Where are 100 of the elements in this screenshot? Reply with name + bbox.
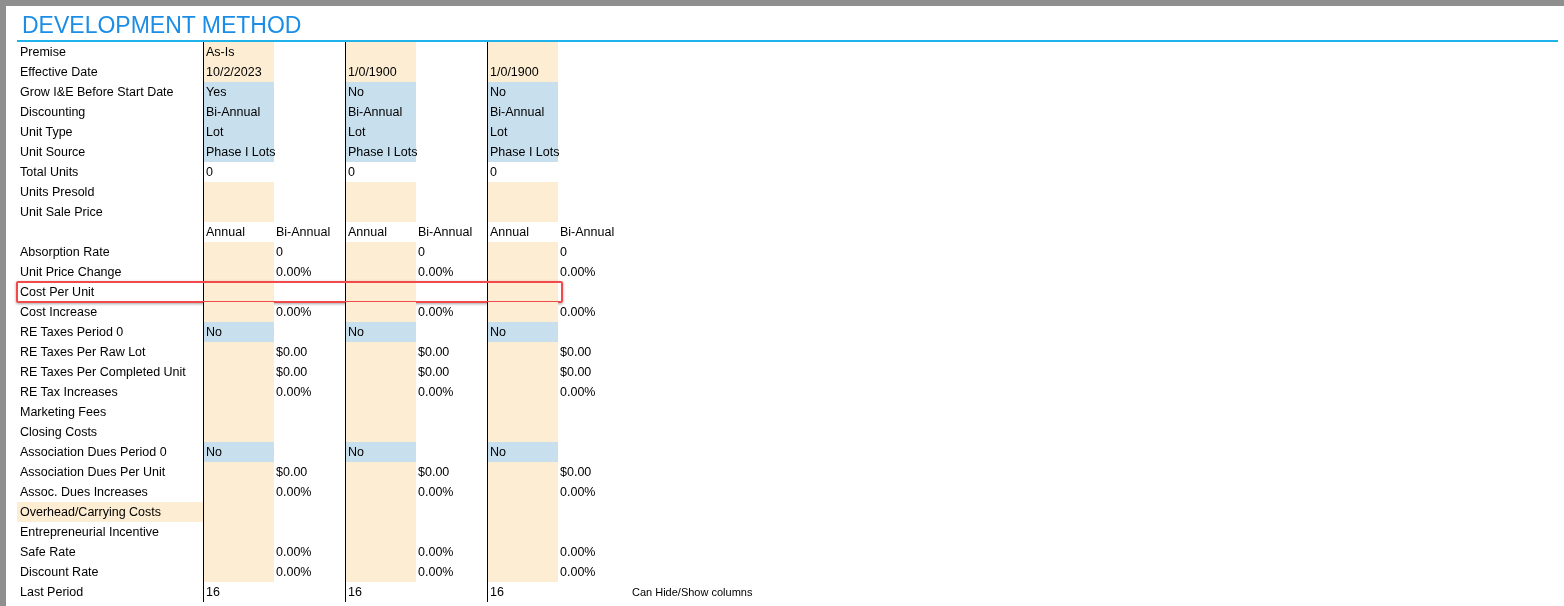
row-label: Marketing Fees — [19, 404, 108, 421]
row-label: Cost Increase — [19, 304, 99, 321]
cell-value: Bi-Annual — [559, 224, 616, 241]
input-cell[interactable]: No — [346, 442, 416, 462]
input-cell[interactable]: Lot — [488, 122, 558, 142]
cell-value: 0 — [205, 164, 214, 181]
row-label: Unit Source — [19, 144, 87, 161]
input-cell[interactable]: No — [488, 322, 558, 342]
row-label: RE Taxes Period 0 — [19, 324, 125, 341]
input-cell[interactable] — [488, 422, 558, 442]
cell-value: 0.00% — [417, 384, 455, 401]
input-cell[interactable] — [488, 462, 558, 482]
cell-value: $0.00 — [417, 464, 451, 481]
cell-value: Bi-Annual — [275, 224, 332, 241]
input-cell[interactable] — [346, 202, 416, 222]
input-cell[interactable] — [488, 202, 558, 222]
input-cell[interactable] — [488, 302, 558, 322]
cell-value: 0 — [275, 244, 284, 261]
input-cell[interactable]: Phase I Lots — [346, 142, 416, 162]
input-cell[interactable]: Lot — [346, 122, 416, 142]
input-cell[interactable] — [204, 282, 274, 302]
input-cell[interactable] — [204, 422, 274, 442]
input-cell[interactable] — [346, 262, 416, 282]
cell-value: 0.00% — [417, 484, 455, 501]
row-label: Association Dues Period 0 — [19, 444, 168, 461]
input-cell[interactable] — [204, 462, 274, 482]
input-cell[interactable]: Phase I Lots — [204, 142, 274, 162]
input-cell[interactable] — [346, 302, 416, 322]
input-cell[interactable] — [346, 562, 416, 582]
cell-value: 16 — [489, 584, 505, 601]
input-cell[interactable] — [488, 262, 558, 282]
cell-value: $0.00 — [275, 464, 309, 481]
cell-value: 0.00% — [417, 564, 455, 581]
row-label: Total Units — [19, 164, 80, 181]
input-cell[interactable] — [204, 562, 274, 582]
cell-value: 16 — [347, 584, 363, 601]
input-cell[interactable] — [204, 182, 274, 202]
row-label: Overhead/Carrying Costs — [17, 502, 203, 522]
cell-value: Annual — [347, 224, 388, 241]
input-cell[interactable]: Yes — [204, 82, 274, 102]
input-cell[interactable] — [346, 242, 416, 262]
cell-value: 0.00% — [417, 304, 455, 321]
cell-value: 0.00% — [275, 544, 313, 561]
row-label: RE Tax Increases — [19, 384, 119, 401]
input-cell[interactable]: No — [346, 322, 416, 342]
cell-value: $0.00 — [559, 344, 593, 361]
input-cell[interactable] — [346, 422, 416, 442]
input-cell[interactable]: 1/0/1900 — [346, 62, 416, 82]
input-cell[interactable] — [204, 262, 274, 282]
input-cell[interactable] — [204, 302, 274, 322]
input-cell[interactable]: Bi-Annual — [346, 102, 416, 122]
input-cell[interactable]: No — [204, 442, 274, 462]
input-cell[interactable]: Bi-Annual — [204, 102, 274, 122]
input-cell[interactable] — [346, 42, 416, 62]
cell-value: 0.00% — [275, 484, 313, 501]
input-cell[interactable] — [488, 42, 558, 62]
row-label: Cost Per Unit — [19, 284, 96, 301]
row-label: Association Dues Per Unit — [19, 464, 167, 481]
row-label: Unit Sale Price — [19, 204, 104, 221]
row-label: Last Period — [19, 584, 85, 601]
input-cell[interactable] — [488, 562, 558, 582]
input-cell[interactable] — [204, 202, 274, 222]
row-label: Unit Type — [19, 124, 74, 141]
input-cell[interactable] — [346, 342, 416, 362]
cell-value: 0.00% — [417, 544, 455, 561]
cell-value: $0.00 — [559, 464, 593, 481]
cell-value: 0.00% — [559, 264, 597, 281]
input-cell[interactable]: Bi-Annual — [488, 102, 558, 122]
row-label: Unit Price Change — [19, 264, 123, 281]
input-cell[interactable] — [488, 282, 558, 302]
input-cell[interactable] — [488, 242, 558, 262]
cell-value: 0 — [489, 164, 498, 181]
input-cell[interactable] — [346, 282, 416, 302]
input-cell[interactable] — [346, 462, 416, 482]
input-cell[interactable]: As-Is — [204, 42, 274, 62]
input-cell[interactable]: 1/0/1900 — [488, 62, 558, 82]
cell-value: 0.00% — [559, 544, 597, 561]
row-label: Assoc. Dues Increases — [19, 484, 149, 501]
cell-value: $0.00 — [417, 344, 451, 361]
note-text: Can Hide/Show columns — [632, 586, 753, 598]
input-cell[interactable]: 10/2/2023 — [204, 62, 274, 82]
input-cell[interactable]: No — [488, 442, 558, 462]
cell-value: 0.00% — [559, 384, 597, 401]
cell-value: Annual — [489, 224, 530, 241]
input-cell[interactable] — [204, 242, 274, 262]
input-cell[interactable] — [488, 182, 558, 202]
cell-value: 0.00% — [559, 564, 597, 581]
cell-value: 0.00% — [417, 264, 455, 281]
row-label: RE Taxes Per Raw Lot — [19, 344, 147, 361]
row-label: Closing Costs — [19, 424, 99, 441]
input-cell[interactable]: No — [204, 322, 274, 342]
input-cell[interactable]: No — [346, 82, 416, 102]
input-cell[interactable] — [204, 342, 274, 362]
input-cell[interactable]: Lot — [204, 122, 274, 142]
input-cell[interactable] — [488, 342, 558, 362]
row-label: Grow I&E Before Start Date — [19, 84, 175, 101]
input-cell[interactable]: Phase I Lots — [488, 142, 558, 162]
input-cell[interactable] — [346, 182, 416, 202]
input-cell[interactable]: No — [488, 82, 558, 102]
row-label: Discount Rate — [19, 564, 100, 581]
